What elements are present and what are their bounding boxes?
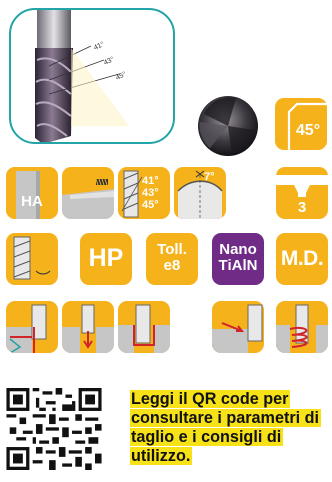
slotting-tile [118, 301, 170, 353]
material-block-tile [62, 167, 114, 219]
page: { "icons": { "ha_label": "HA", "face_ang… [0, 0, 332, 482]
face-angle-tile: 7° [174, 167, 226, 219]
shoulder-milling-tile [6, 301, 58, 353]
face-angle-icon [177, 170, 223, 219]
helical-interpolation-tile [276, 301, 328, 353]
face-angle-label: 7° [204, 171, 215, 183]
helix-angle-41: 41° [142, 175, 159, 187]
helix-angle-tile: 41° 43° 45° [118, 167, 170, 219]
chamfer-label: 45° [295, 122, 321, 139]
helix-angle-45: 45° [142, 199, 159, 211]
ramping-tile [212, 301, 264, 353]
end-mill-photo: 41° 43° 45° [35, 10, 129, 142]
tolerance-label: Toll. e8 [157, 241, 187, 274]
svg-text:45°: 45° [114, 70, 127, 82]
qr-code[interactable] [6, 388, 102, 470]
flute-count-label: 3 [297, 199, 307, 216]
helical-interpolation-icon [276, 304, 328, 353]
helix-angle-43: 43° [142, 187, 159, 199]
svg-text:43°: 43° [102, 55, 115, 67]
ha-shank-tile: HA [6, 167, 58, 219]
coating-label: Nano TiAlN [218, 241, 258, 274]
hp-label: HP [88, 244, 124, 272]
shoulder-milling-icon [6, 304, 47, 353]
tool-photo-frame: 41° 43° 45° [9, 8, 175, 144]
md-tile: M.D. [276, 233, 328, 285]
hp-tile: HP [80, 233, 132, 285]
ha-label: HA [21, 193, 43, 210]
qr-caption: Leggi il QR code per consultare i parame… [130, 390, 322, 465]
ramping-icon [212, 304, 263, 353]
drill-tile [6, 233, 58, 285]
end-face-photo [198, 96, 258, 156]
tolerance-tile: Toll. e8 [146, 233, 198, 285]
plunge-milling-icon [62, 304, 114, 353]
drill-icon [13, 236, 51, 280]
chamfer-45-tile: 45° [275, 98, 327, 150]
plunge-milling-tile [62, 301, 114, 353]
md-label: M.D. [280, 247, 324, 270]
coating-tile: Nano TiAlN [212, 233, 264, 285]
material-block-icon [62, 178, 114, 219]
svg-text:41°: 41° [92, 40, 105, 52]
flute-count-tile: 3 [276, 167, 328, 219]
slotting-icon [118, 304, 170, 353]
